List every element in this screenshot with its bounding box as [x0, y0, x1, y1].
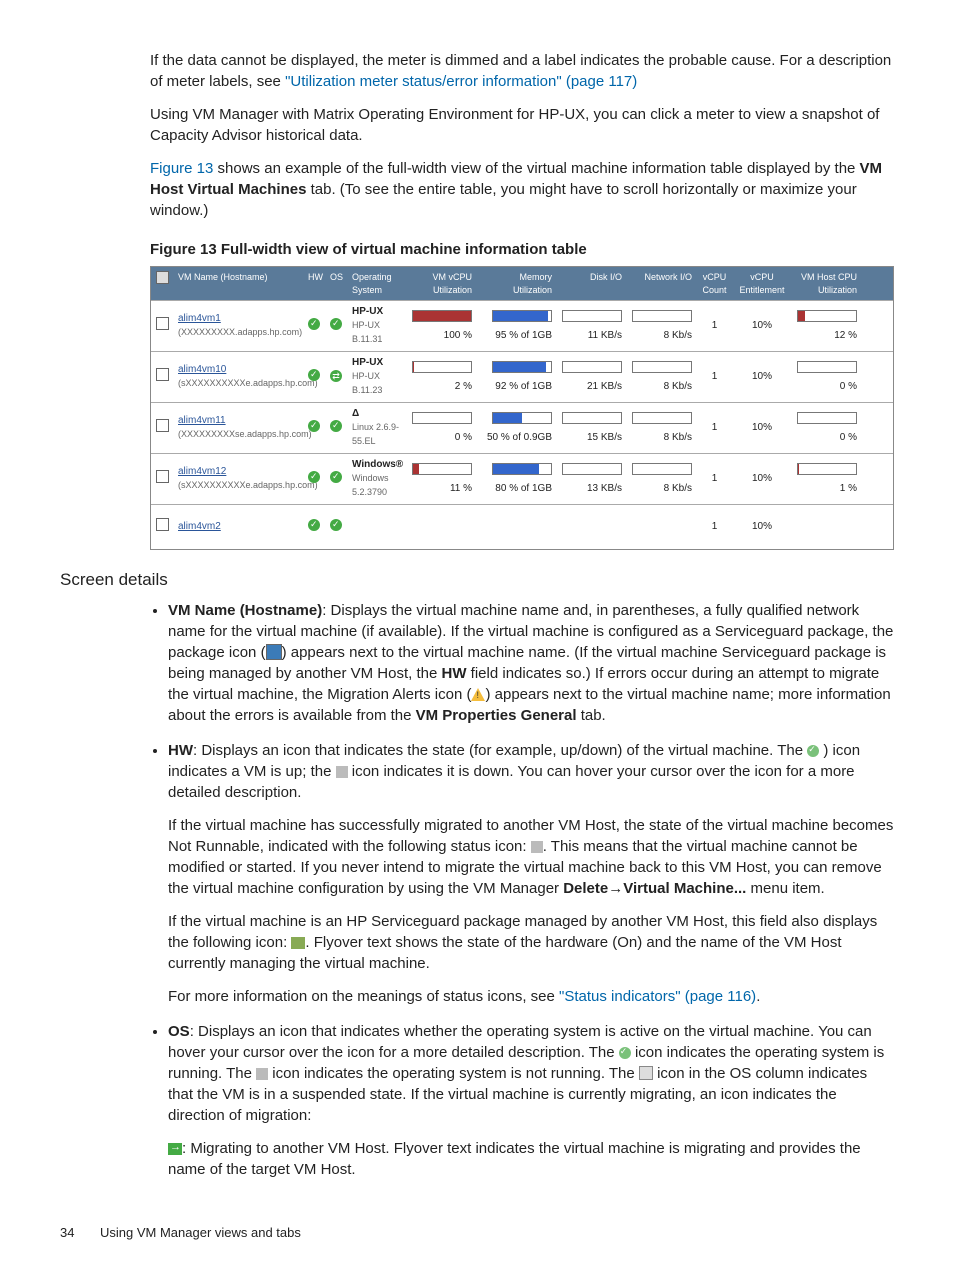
meter[interactable]: [632, 412, 692, 424]
footer-title: Using VM Manager views and tabs: [100, 1224, 301, 1242]
down-icon: [336, 766, 348, 778]
meter[interactable]: [562, 310, 622, 322]
os-running-icon: [619, 1047, 631, 1059]
meter[interactable]: [797, 361, 857, 373]
serviceguard-icon: [291, 937, 305, 949]
table-row: alim4vm11(XXXXXXXXXse.adapps.hp.com)ΔLin…: [151, 402, 893, 453]
page-footer: 34 Using VM Manager views and tabs: [60, 1224, 894, 1242]
vm-name-link[interactable]: alim4vm11: [178, 415, 226, 426]
status-ok-icon: [330, 420, 342, 432]
suspended-icon: [639, 1066, 653, 1080]
meter[interactable]: [492, 412, 552, 424]
os-not-running-icon: [256, 1068, 268, 1080]
row-checkbox[interactable]: [156, 470, 169, 483]
row-checkbox[interactable]: [156, 317, 169, 330]
vm-name-link[interactable]: alim4vm10: [178, 364, 226, 375]
status-ok-icon: [308, 369, 320, 381]
status-ok-icon: [308, 471, 320, 483]
vm-name-link[interactable]: alim4vm12: [178, 466, 226, 477]
status-ok-icon: [308, 318, 320, 330]
table-row: alim4vm12(sXXXXXXXXXXe.adapps.hp.com)Win…: [151, 453, 893, 504]
vm-table-screenshot: VM Name (Hostname) HW OS Operating Syste…: [150, 266, 894, 550]
status-ok-icon: [308, 420, 320, 432]
table-row: alim4vm10(sXXXXXXXXXXe.adapps.hp.com)⇄HP…: [151, 351, 893, 402]
not-runnable-icon: [531, 841, 543, 853]
intro-p1: If the data cannot be displayed, the met…: [150, 50, 894, 92]
package-icon: [266, 644, 282, 660]
bullet-os: OS: Displays an icon that indicates whet…: [168, 1021, 894, 1180]
link-figure13[interactable]: Figure 13: [150, 160, 213, 177]
meter[interactable]: [797, 463, 857, 475]
status-ok-icon: [330, 471, 342, 483]
status-ok-icon: [330, 318, 342, 330]
meter[interactable]: [797, 412, 857, 424]
page-number: 34: [60, 1224, 100, 1242]
meter[interactable]: [562, 463, 622, 475]
meter[interactable]: [492, 361, 552, 373]
row-checkbox[interactable]: [156, 419, 169, 432]
meter[interactable]: [492, 310, 552, 322]
bullet-vm-name: VM Name (Hostname): Displays the virtual…: [168, 600, 894, 726]
meter[interactable]: [632, 310, 692, 322]
select-all-checkbox[interactable]: [156, 271, 169, 284]
table-header-row: VM Name (Hostname) HW OS Operating Syste…: [151, 267, 893, 300]
intro-p2: Using VM Manager with Matrix Operating E…: [150, 104, 894, 146]
up-icon: [807, 745, 819, 757]
intro-p3: Figure 13 shows an example of the full-w…: [150, 158, 894, 221]
migrate-out-icon: [168, 1143, 182, 1155]
meter[interactable]: [797, 310, 857, 322]
table-row-partial: alim4vm2 110%: [151, 504, 893, 549]
link-status-indicators[interactable]: "Status indicators" (page 116): [559, 988, 756, 1005]
meter[interactable]: [632, 361, 692, 373]
status-ok-icon: [330, 519, 342, 531]
bullet-hw: HW: Displays an icon that indicates the …: [168, 740, 894, 1007]
meter[interactable]: [412, 310, 472, 322]
row-checkbox[interactable]: [156, 368, 169, 381]
section-screen-details: Screen details: [60, 568, 894, 592]
table-row: alim4vm1(XXXXXXXXX.adapps.hp.com)HP-UXHP…: [151, 300, 893, 351]
vm-name-link[interactable]: alim4vm1: [178, 313, 221, 324]
migrating-icon: ⇄: [330, 370, 342, 382]
meter[interactable]: [562, 361, 622, 373]
meter[interactable]: [562, 412, 622, 424]
alert-icon: [471, 688, 485, 701]
meter[interactable]: [492, 463, 552, 475]
meter[interactable]: [632, 463, 692, 475]
link-util-meter[interactable]: "Utilization meter status/error informat…: [285, 73, 637, 90]
meter[interactable]: [412, 412, 472, 424]
figure-title: Figure 13 Full-width view of virtual mac…: [150, 239, 894, 260]
status-ok-icon: [308, 519, 320, 531]
meter[interactable]: [412, 361, 472, 373]
meter[interactable]: [412, 463, 472, 475]
